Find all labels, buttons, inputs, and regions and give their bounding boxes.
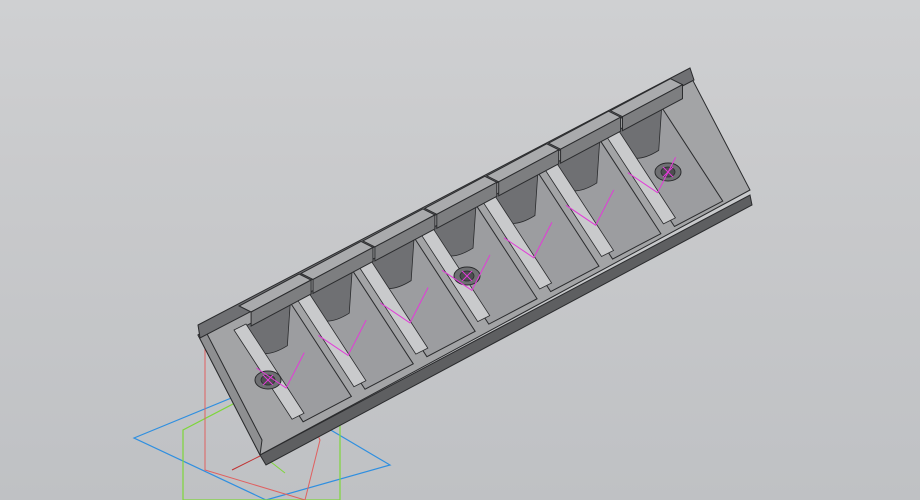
origin-triad-icon	[231, 454, 263, 471]
model-scene[interactable]	[0, 0, 920, 500]
slot-group[interactable]	[233, 106, 724, 423]
cad-3d-viewport[interactable]	[0, 0, 920, 500]
